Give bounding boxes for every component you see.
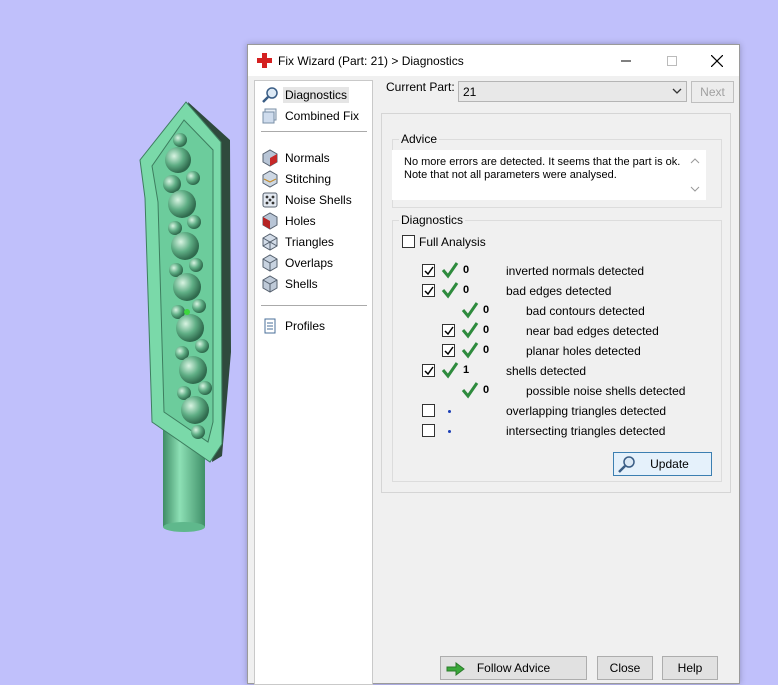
- magnifier-icon: [260, 85, 280, 105]
- chevron-down-icon: [672, 88, 682, 94]
- inverted-normals-count: 0: [463, 264, 470, 276]
- near-bad-edges-checkbox[interactable]: [442, 324, 455, 337]
- diagnostics-title: Diagnostics: [399, 213, 466, 227]
- window-title: Fix Wizard (Part: 21) > Diagnostics: [278, 54, 464, 68]
- ok-check-icon: [441, 282, 459, 299]
- sidebar-item-noise-shells[interactable]: Noise Shells: [255, 190, 372, 210]
- sidebar-item-diagnostics[interactable]: Diagnostics: [255, 85, 372, 105]
- current-part-label: Current Part:: [386, 80, 455, 94]
- near-bad-edges-label: near bad edges detected: [526, 324, 659, 338]
- planar-holes-checkbox[interactable]: [442, 344, 455, 357]
- sidebar-item-label: Diagnostics: [283, 87, 350, 103]
- ok-check-icon: [461, 342, 479, 359]
- overlapping-triangles-label: overlapping triangles detected: [506, 404, 667, 418]
- ok-check-icon: [461, 382, 479, 399]
- shells-checkbox[interactable]: [422, 364, 435, 377]
- overlapping-triangles-checkbox[interactable]: [422, 404, 435, 417]
- sidebar-item-label: Holes: [285, 214, 316, 228]
- minimize-icon: [621, 60, 631, 61]
- bad-edges-count: 0: [463, 284, 470, 296]
- fix-wizard-dialog: Fix Wizard (Part: 21) > Diagnostics Diag…: [247, 44, 740, 685]
- sidebar-item-label: Noise Shells: [285, 193, 352, 207]
- scroll-down-icon[interactable]: [690, 184, 700, 194]
- wizard-sidebar: Diagnostics Combined Fix Normals Stitchi…: [254, 80, 373, 685]
- intersecting-triangles-label: intersecting triangles detected: [506, 424, 666, 438]
- planar-holes-count: 0: [483, 344, 490, 356]
- current-part-value: 21: [463, 85, 477, 99]
- near-bad-edges-count: 0: [483, 324, 490, 336]
- update-button-label: Update: [650, 457, 689, 471]
- sidebar-item-label: Normals: [285, 151, 330, 165]
- sidebar-item-overlaps[interactable]: Overlaps: [255, 253, 372, 273]
- sidebar-item-profiles[interactable]: Profiles: [255, 316, 372, 336]
- bad-contours-count: 0: [483, 304, 490, 316]
- title-bar[interactable]: Fix Wizard (Part: 21) > Diagnostics: [248, 45, 739, 76]
- current-part-select[interactable]: 21: [458, 81, 687, 102]
- sidebar-item-combined-fix[interactable]: Combined Fix: [255, 106, 372, 126]
- ok-check-icon: [441, 262, 459, 279]
- inverted-normals-label: inverted normals detected: [506, 264, 645, 278]
- maximize-icon: [667, 55, 677, 66]
- sidebar-item-shells[interactable]: Shells: [255, 274, 372, 294]
- shells-cube-icon: [260, 274, 280, 294]
- noise-shells-count: 0: [483, 384, 490, 396]
- close-button[interactable]: Close: [597, 656, 653, 680]
- advice-title: Advice: [399, 132, 440, 146]
- bad-edges-checkbox[interactable]: [422, 284, 435, 297]
- sidebar-item-label: Profiles: [285, 319, 326, 333]
- 3d-part-model[interactable]: [120, 90, 250, 540]
- scroll-up-icon[interactable]: [690, 156, 700, 166]
- magnifier-icon: [618, 456, 635, 473]
- noise-shells-label: possible noise shells detected: [526, 384, 686, 398]
- sidebar-item-label: Shells: [285, 277, 318, 291]
- overlaps-cube-icon: [260, 253, 280, 273]
- document-icon: [260, 316, 280, 336]
- red-cross-icon: [257, 53, 272, 68]
- dice-icon: [260, 190, 280, 210]
- intersecting-triangles-checkbox[interactable]: [422, 424, 435, 437]
- sidebar-item-stitching[interactable]: Stitching: [255, 169, 372, 189]
- close-icon: [711, 54, 723, 67]
- sidebar-separator: [261, 131, 367, 132]
- cube-hole-icon: [260, 211, 280, 231]
- follow-advice-label: Follow Advice: [476, 661, 551, 675]
- not-analysed-dot-icon: [448, 430, 451, 433]
- planar-holes-label: planar holes detected: [526, 344, 641, 358]
- next-button[interactable]: Next: [691, 81, 734, 103]
- shells-count: 1: [463, 364, 470, 376]
- maximize-button[interactable]: [649, 45, 695, 76]
- full-analysis-label: Full Analysis: [419, 235, 486, 249]
- not-analysed-dot-icon: [448, 410, 451, 413]
- advice-text: No more errors are detected. It seems th…: [404, 156, 681, 181]
- ok-check-icon: [461, 322, 479, 339]
- shells-label: shells detected: [506, 364, 587, 378]
- ok-check-icon: [441, 362, 459, 379]
- sidebar-item-normals[interactable]: Normals: [255, 148, 372, 168]
- wizard-content-panel: Advice No more errors are detected. It s…: [381, 113, 731, 493]
- arrow-right-icon: [446, 662, 465, 676]
- cube-stack-icon: [260, 106, 280, 126]
- cube-red-face-icon: [260, 148, 280, 168]
- sidebar-item-holes[interactable]: Holes: [255, 211, 372, 231]
- help-button[interactable]: Help: [662, 656, 718, 680]
- bad-contours-label: bad contours detected: [526, 304, 645, 318]
- update-button[interactable]: Update: [613, 452, 712, 476]
- sidebar-item-label: Triangles: [285, 235, 334, 249]
- close-window-button[interactable]: [694, 45, 740, 76]
- sidebar-item-label: Combined Fix: [285, 109, 360, 123]
- sidebar-item-triangles[interactable]: Triangles: [255, 232, 372, 252]
- follow-advice-button[interactable]: Follow Advice: [440, 656, 587, 680]
- sidebar-separator: [261, 305, 367, 306]
- cube-stitch-icon: [260, 169, 280, 189]
- triangles-cube-icon: [260, 232, 280, 252]
- advice-textbox[interactable]: No more errors are detected. It seems th…: [392, 150, 706, 200]
- inverted-normals-checkbox[interactable]: [422, 264, 435, 277]
- ok-check-icon: [461, 302, 479, 319]
- bad-edges-label: bad edges detected: [506, 284, 612, 298]
- sidebar-item-label: Overlaps: [285, 256, 334, 270]
- sidebar-item-label: Stitching: [285, 172, 332, 186]
- full-analysis-checkbox[interactable]: [402, 235, 415, 248]
- minimize-button[interactable]: [603, 45, 649, 76]
